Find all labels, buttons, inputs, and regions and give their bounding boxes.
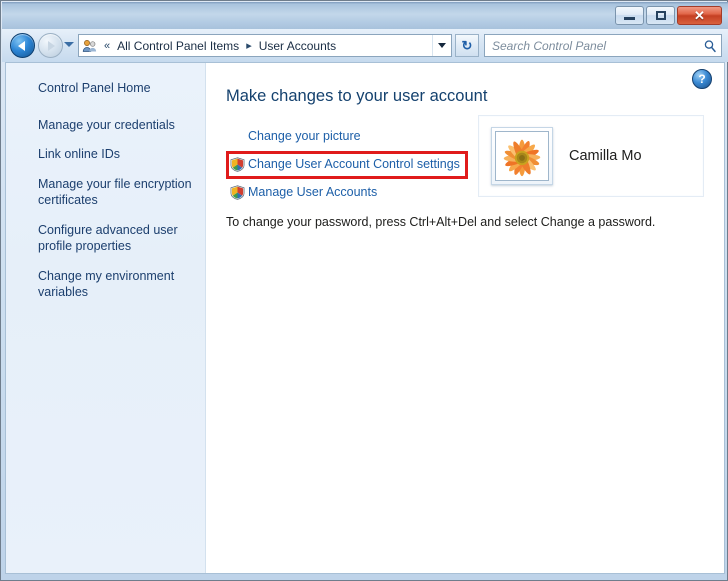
close-icon: ✕ bbox=[694, 8, 705, 23]
recent-pages-chevron-down-icon[interactable] bbox=[64, 42, 74, 47]
breadcrumb-item-all-control-panel-items[interactable]: All Control Panel Items bbox=[113, 37, 243, 55]
maximize-button[interactable] bbox=[646, 6, 675, 25]
sidebar-item-control-panel-home[interactable]: Control Panel Home bbox=[6, 77, 205, 100]
address-bar[interactable]: « All Control Panel Items ▸ User Account… bbox=[78, 34, 452, 57]
sidebar-item-file-encryption-certificates[interactable]: Manage your file encryption certificates bbox=[6, 173, 205, 212]
arrow-left-icon bbox=[18, 40, 25, 51]
account-user-name: Camilla Mo bbox=[569, 148, 642, 164]
refresh-icon: ↻ bbox=[461, 37, 473, 53]
search-box[interactable] bbox=[484, 34, 722, 57]
control-panel-screenshot: ✕ « All Control Panel Items ▸ User Accou… bbox=[0, 0, 728, 581]
user-accounts-icon bbox=[82, 38, 98, 54]
search-input[interactable] bbox=[485, 37, 699, 54]
refresh-button[interactable]: ↻ bbox=[455, 34, 479, 57]
back-button[interactable] bbox=[10, 33, 35, 58]
manage-user-accounts-link[interactable]: Manage User Accounts bbox=[248, 185, 377, 199]
content-area: Control Panel Home Manage your credentia… bbox=[5, 62, 725, 574]
search-icon bbox=[699, 39, 721, 53]
link-row-change-picture[interactable]: Change your picture bbox=[226, 125, 478, 147]
minimize-button[interactable] bbox=[615, 6, 644, 25]
window-frame: ✕ « All Control Panel Items ▸ User Accou… bbox=[0, 0, 728, 581]
page-title: Make changes to your user account bbox=[226, 87, 488, 105]
breadcrumb-item-user-accounts[interactable]: User Accounts bbox=[255, 37, 340, 55]
main-pane: ? Make changes to your user account Chan… bbox=[206, 63, 724, 573]
chevron-down-icon bbox=[438, 43, 446, 48]
sidebar-item-environment-variables[interactable]: Change my environment variables bbox=[6, 265, 205, 304]
current-account-panel: Camilla Mo bbox=[478, 115, 704, 197]
close-button[interactable]: ✕ bbox=[677, 6, 722, 25]
help-glyph: ? bbox=[698, 72, 706, 86]
sidebar-item-advanced-user-profile-properties[interactable]: Configure advanced user profile properti… bbox=[6, 219, 205, 258]
uac-shield-icon-2 bbox=[226, 184, 248, 200]
flower-avatar-icon bbox=[496, 132, 548, 180]
maximize-icon bbox=[655, 11, 666, 20]
help-icon[interactable]: ? bbox=[692, 69, 712, 89]
breadcrumb-separator-icon: ▸ bbox=[246, 40, 252, 52]
link-row-change-uac-settings[interactable]: Change User Account Control settings bbox=[226, 153, 478, 175]
breadcrumb-chevron-icon[interactable]: « bbox=[104, 40, 110, 52]
link-row-manage-user-accounts[interactable]: Manage User Accounts bbox=[226, 181, 478, 203]
forward-button[interactable] bbox=[38, 33, 63, 58]
sidebar: Control Panel Home Manage your credentia… bbox=[6, 63, 206, 573]
account-links-list: Change your picture Change User Account … bbox=[226, 125, 478, 209]
sidebar-item-link-online-ids[interactable]: Link online IDs bbox=[6, 143, 205, 166]
title-bar: ✕ bbox=[2, 2, 728, 30]
navigation-bar: « All Control Panel Items ▸ User Account… bbox=[2, 29, 728, 62]
password-instruction-text: To change your password, press Ctrl+Alt+… bbox=[226, 215, 656, 229]
change-uac-settings-link[interactable]: Change User Account Control settings bbox=[248, 157, 460, 171]
sidebar-item-manage-credentials[interactable]: Manage your credentials bbox=[6, 114, 205, 137]
minimize-icon bbox=[624, 17, 635, 20]
avatar bbox=[491, 127, 553, 185]
arrow-right-icon bbox=[48, 40, 55, 51]
address-dropdown-button[interactable] bbox=[432, 35, 451, 56]
change-your-picture-link[interactable]: Change your picture bbox=[226, 129, 361, 143]
window-controls: ✕ bbox=[615, 6, 722, 25]
uac-shield-icon bbox=[226, 156, 248, 172]
